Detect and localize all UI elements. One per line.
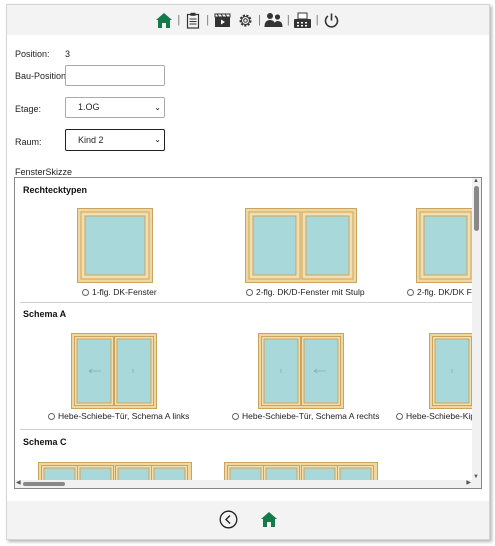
chevron-down-icon: ⌄: [154, 103, 161, 112]
fenster-skizze-panel[interactable]: Rechtecktypen 1-flg. DK-Fenster 2-flg. D…: [14, 177, 482, 489]
users-icon[interactable]: [264, 10, 284, 30]
position-value: 3: [65, 49, 71, 59]
section-title-schema-c: Schema C: [23, 437, 67, 447]
option-label: 2-flg. DK/D-Fenster mit Stulp: [256, 287, 365, 297]
radio-button[interactable]: [48, 412, 55, 420]
scroll-right-arrow-icon[interactable]: ▶: [466, 479, 471, 486]
option-label: 2-flg. DK/DK Fe: [417, 287, 477, 297]
toolbar-separator: |: [286, 14, 290, 26]
toolbar-separator: |: [206, 14, 210, 26]
gear-icon[interactable]: [235, 10, 255, 30]
bottom-toolbar: [7, 501, 489, 539]
section-divider: [20, 302, 476, 303]
toolbar-separator: |: [177, 14, 181, 26]
option-hst-schema-a-links[interactable]: Hebe-Schiebe-Tür, Schema A links: [48, 411, 189, 421]
option-1flg-dk-fenster[interactable]: 1-flg. DK-Fenster: [82, 287, 157, 297]
radio-button[interactable]: [396, 412, 403, 420]
etage-selected-value: 1.OG: [78, 102, 100, 112]
power-icon[interactable]: [322, 10, 342, 30]
top-toolbar: | | | | |: [7, 5, 489, 35]
fenster-skizze-label: FensterSkizze: [15, 167, 73, 177]
option-hst-kipp[interactable]: Hebe-Schiebe-Kipp: [396, 411, 480, 421]
option-label: 1-flg. DK-Fenster: [92, 287, 157, 297]
radio-button[interactable]: [246, 288, 253, 296]
window-sketch-2flg-dkd-stulp[interactable]: [245, 208, 357, 285]
vertical-scrollbar[interactable]: ▲ ▼: [472, 178, 481, 488]
bau-position-label: Bau-Position:: [15, 71, 69, 81]
home-icon[interactable]: [260, 511, 278, 530]
window-sketch-hst-schema-a-links[interactable]: [71, 333, 157, 411]
scroll-up-arrow-icon[interactable]: ▲: [473, 178, 479, 184]
radio-button[interactable]: [82, 288, 89, 296]
vertical-scroll-thumb[interactable]: [474, 186, 479, 231]
bau-position-input[interactable]: [65, 65, 165, 86]
clipboard-icon[interactable]: [183, 10, 203, 30]
horizontal-scroll-thumb[interactable]: [23, 482, 65, 486]
window-sketch-1flg-dk[interactable]: [77, 208, 153, 285]
option-2flg-dkdk[interactable]: 2-flg. DK/DK Fe: [407, 287, 477, 297]
window-sketch-hst-schema-a-rechts[interactable]: [258, 333, 344, 411]
app-frame: | | | | | Position: 3 Bau-Position: Etag…: [6, 4, 490, 540]
horizontal-scrollbar[interactable]: ◀ ▶: [15, 480, 481, 488]
home-icon[interactable]: [154, 10, 174, 30]
radio-button[interactable]: [232, 412, 239, 420]
fax-icon[interactable]: [293, 10, 313, 30]
option-label: Hebe-Schiebe-Tür, Schema A links: [58, 411, 190, 421]
raum-label: Raum:: [15, 137, 42, 147]
option-hst-schema-a-rechts[interactable]: Hebe-Schiebe-Tür, Schema A rechts: [232, 411, 380, 421]
chevron-down-icon: ⌄: [154, 135, 161, 144]
option-label: Hebe-Schiebe-Tür, Schema A rechts: [242, 411, 380, 421]
raum-select[interactable]: Kind 2 ⌄: [65, 129, 165, 151]
option-label: Hebe-Schiebe-Kipp: [406, 411, 480, 421]
window-sketch-hst-kipp[interactable]: [429, 333, 481, 411]
etage-label: Etage:: [15, 104, 42, 114]
position-label: Position:: [15, 49, 50, 59]
section-title-schema-a: Schema A: [23, 309, 67, 319]
section-divider: [20, 429, 476, 430]
etage-select[interactable]: 1.OG ⌄: [65, 97, 165, 118]
film-icon[interactable]: [212, 10, 232, 30]
option-2flg-dkd-stulp[interactable]: 2-flg. DK/D-Fenster mit Stulp: [246, 287, 365, 297]
toolbar-separator: |: [258, 14, 261, 26]
back-circle-icon[interactable]: [219, 510, 238, 531]
raum-selected-value: Kind 2: [78, 135, 104, 145]
toolbar-separator: |: [315, 14, 319, 26]
scroll-left-arrow-icon[interactable]: ◀: [16, 479, 21, 486]
radio-button[interactable]: [407, 288, 414, 296]
window-sketch-2flg-dkdk[interactable]: [416, 208, 481, 285]
section-title-rechtecktypen: Rechtecktypen: [23, 185, 88, 195]
